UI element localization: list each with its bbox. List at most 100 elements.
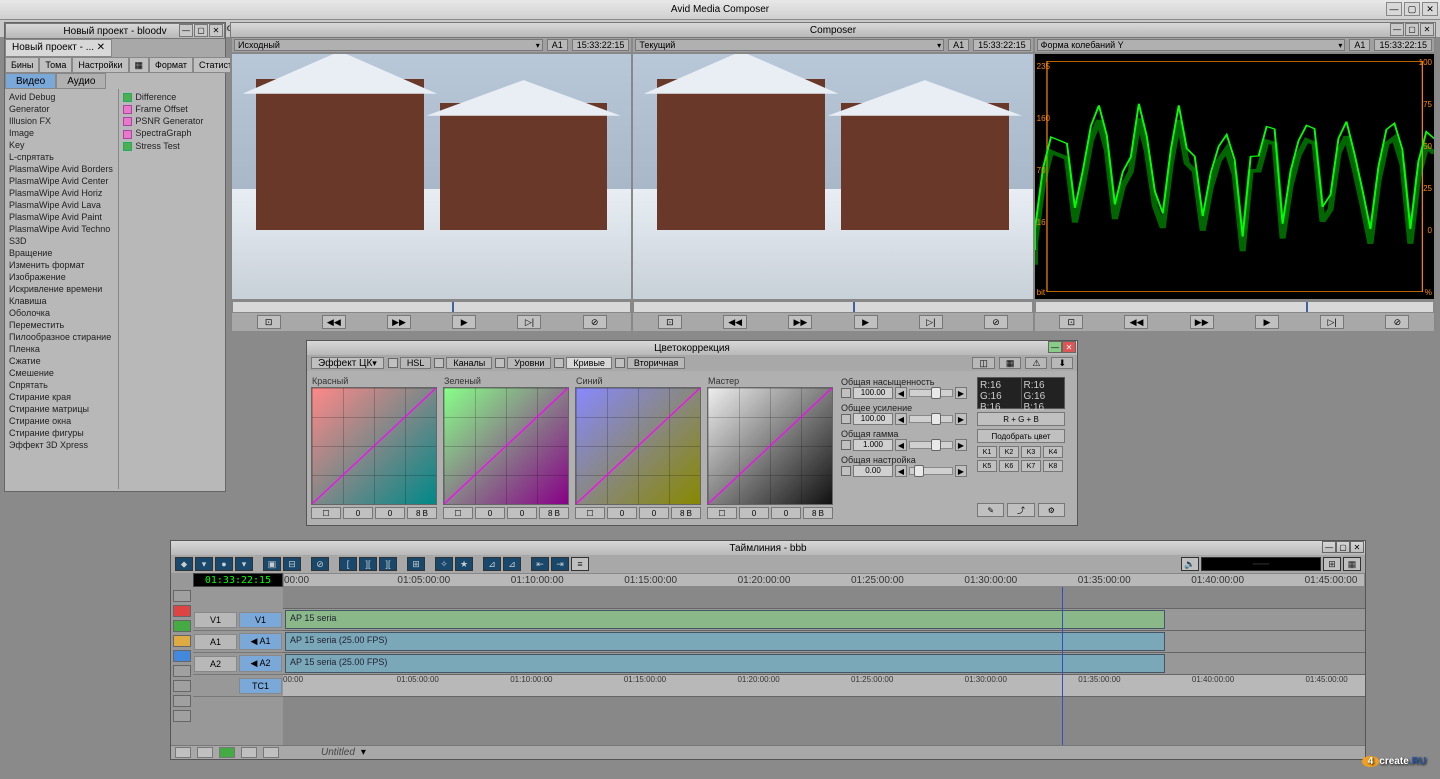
transport-button[interactable]: ▶: [452, 315, 476, 329]
k-button-K6[interactable]: K6: [999, 460, 1019, 472]
track-header[interactable]: xTC1: [193, 675, 283, 697]
fx-effect[interactable]: Frame Offset: [121, 103, 223, 115]
fx-category[interactable]: Переместить: [7, 319, 116, 331]
slider-inc[interactable]: ▶: [955, 387, 967, 399]
slider-track[interactable]: [909, 415, 953, 423]
monitor-viewport[interactable]: [232, 54, 631, 299]
proj-toolbar-Тома[interactable]: Тома: [39, 57, 72, 73]
tl-tool[interactable]: ⊘: [311, 557, 329, 571]
curve-val-a[interactable]: 0: [739, 507, 769, 519]
timeline-min-button[interactable]: —: [1322, 541, 1336, 553]
proj-toolbar-Настройки[interactable]: Настройки: [72, 57, 128, 73]
curve-val-a[interactable]: 0: [607, 507, 637, 519]
curve-val-a[interactable]: 0: [475, 507, 505, 519]
composer-max-button[interactable]: ▢: [1405, 23, 1419, 36]
track-row[interactable]: 00:0001:05:00:0001:10:00:0001:15:00:0001…: [283, 675, 1365, 697]
track-header[interactable]: A2◀ A2: [193, 653, 283, 675]
subtab-audio[interactable]: Аудио: [56, 73, 106, 89]
slider-knob[interactable]: [931, 439, 941, 451]
tl-tool[interactable]: ][: [359, 557, 377, 571]
k-button-K1[interactable]: K1: [977, 446, 997, 458]
curve-8b[interactable]: 8 В: [539, 507, 569, 519]
slider-value[interactable]: 1.000: [853, 439, 893, 451]
cc-min-button[interactable]: —: [1048, 341, 1062, 353]
fx-category[interactable]: Пилообразное стирание: [7, 331, 116, 343]
fx-category[interactable]: Искривление времени: [7, 283, 116, 295]
cc-pick-button[interactable]: Подобрать цвет: [977, 429, 1065, 443]
tl-tool-right[interactable]: ⊞: [1323, 557, 1341, 571]
tl-tool[interactable]: ★: [455, 557, 473, 571]
transport-button[interactable]: ⊘: [583, 315, 607, 329]
curve-editor[interactable]: [707, 387, 833, 505]
fx-category[interactable]: Image: [7, 127, 116, 139]
transport-button[interactable]: ▶▶: [1190, 315, 1214, 329]
tl-tool[interactable]: ⊞: [407, 557, 425, 571]
track-rec[interactable]: TC1: [239, 678, 282, 694]
track-src[interactable]: V1: [194, 612, 237, 628]
slider-enable[interactable]: [841, 466, 851, 476]
fx-effects[interactable]: DifferenceFrame OffsetPSNR GeneratorSpec…: [119, 89, 225, 489]
cc-scope-button[interactable]: ▦: [999, 357, 1022, 369]
monitor-track[interactable]: A1: [547, 39, 568, 51]
tl-side-button[interactable]: [173, 590, 191, 602]
track-row[interactable]: AP 15 seria: [283, 609, 1365, 631]
minimize-button[interactable]: —: [1386, 2, 1402, 16]
tl-bottom-btn[interactable]: [197, 747, 213, 758]
monitor-viewport[interactable]: [633, 54, 1032, 299]
slider-inc[interactable]: ▶: [955, 413, 967, 425]
slider-track[interactable]: [909, 389, 953, 397]
slider-enable[interactable]: [841, 388, 851, 398]
curve-editor[interactable]: [443, 387, 569, 505]
k-button-K7[interactable]: K7: [1021, 460, 1041, 472]
slider-inc[interactable]: ▶: [955, 439, 967, 451]
cc-settings-button[interactable]: ⚙: [1038, 503, 1065, 517]
fx-effect[interactable]: PSNR Generator: [121, 115, 223, 127]
fx-category[interactable]: PlasmaWipe Avid Center: [7, 175, 116, 187]
curve-check[interactable]: ☐: [311, 507, 341, 519]
monitor-scrubber[interactable]: [232, 301, 631, 313]
k-button-K5[interactable]: K5: [977, 460, 997, 472]
track-row[interactable]: AP 15 seria (25.00 FPS): [283, 631, 1365, 653]
timeline-max-button[interactable]: ▢: [1336, 541, 1350, 553]
track-rec[interactable]: ◀ A2: [239, 655, 282, 672]
cc-warn-button[interactable]: ⚠: [1025, 357, 1047, 369]
curve-val-b[interactable]: 0: [771, 507, 801, 519]
curve-8b[interactable]: 8 В: [671, 507, 701, 519]
slider-dec[interactable]: ◀: [895, 439, 907, 451]
k-button-K3[interactable]: K3: [1021, 446, 1041, 458]
tl-tool[interactable]: ▣: [263, 557, 281, 571]
fx-effect[interactable]: SpectraGraph: [121, 127, 223, 139]
tl-tool[interactable]: ⊿: [483, 557, 501, 571]
proj-toolbar-Формат[interactable]: Формат: [149, 57, 193, 73]
fx-category[interactable]: PlasmaWipe Avid Borders: [7, 163, 116, 175]
fx-categories[interactable]: Avid DebugGeneratorIllusion FXImageKeyL-…: [5, 89, 119, 489]
cc-save-button[interactable]: ⬇: [1051, 357, 1073, 369]
fx-category[interactable]: Стирание окна: [7, 415, 116, 427]
tl-side-button[interactable]: [173, 650, 191, 662]
tl-tool[interactable]: ✧: [435, 557, 453, 571]
transport-button[interactable]: ▷|: [517, 315, 541, 329]
project-tab[interactable]: Новый проект - ... ✕: [5, 39, 112, 57]
fx-category[interactable]: Стирание фигуры: [7, 427, 116, 439]
tl-tool-right[interactable]: ━━━: [1201, 557, 1321, 571]
tl-tool[interactable]: ▾: [195, 557, 213, 571]
transport-button[interactable]: ▶▶: [387, 315, 411, 329]
tl-bottom-btn[interactable]: [175, 747, 191, 758]
curve-val-b[interactable]: 0: [507, 507, 537, 519]
slider-track[interactable]: [909, 441, 953, 449]
monitor-scrubber[interactable]: [1035, 301, 1434, 313]
slider-dec[interactable]: ◀: [895, 387, 907, 399]
slider-knob[interactable]: [931, 413, 941, 425]
track-rec[interactable]: V1: [239, 612, 282, 628]
tl-tool[interactable]: [: [339, 557, 357, 571]
cc-dualview-button[interactable]: ◫: [972, 357, 995, 369]
transport-button[interactable]: ▷|: [919, 315, 943, 329]
tl-bottom-btn[interactable]: [219, 747, 235, 758]
curve-8b[interactable]: 8 В: [407, 507, 437, 519]
tl-side-button[interactable]: [173, 620, 191, 632]
project-min-button[interactable]: —: [179, 24, 193, 37]
timeline-ruler[interactable]: 00:0001:05:00:0001:10:00:0001:15:00:0001…: [283, 573, 1365, 587]
clip[interactable]: AP 15 seria (25.00 FPS): [285, 654, 1165, 673]
fx-category[interactable]: Generator: [7, 103, 116, 115]
monitor-track[interactable]: A1: [1349, 39, 1370, 51]
